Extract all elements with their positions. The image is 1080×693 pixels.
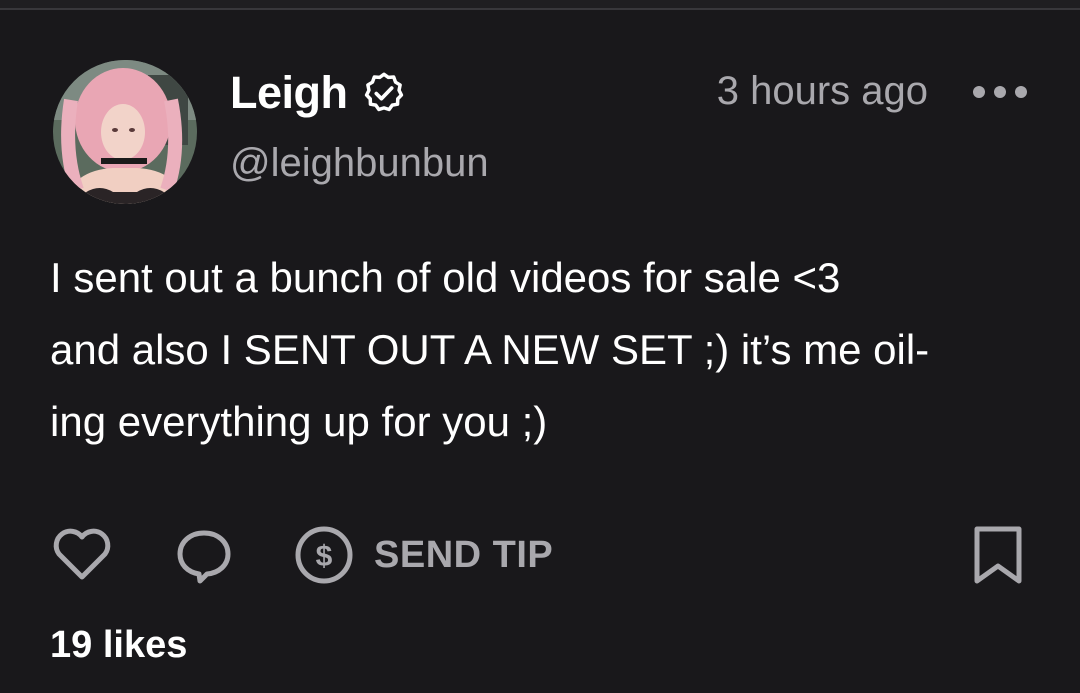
author-display-name[interactable]: Leigh: [230, 68, 348, 118]
like-button[interactable]: [50, 520, 114, 590]
post-card: Leigh @leighbunbun 3 hours ago I sent ou…: [0, 10, 1080, 693]
bookmark-button[interactable]: [966, 520, 1030, 590]
avatar-image: [53, 60, 197, 204]
dollar-circle-icon: $: [295, 526, 353, 584]
likes-count[interactable]: 19 likes: [50, 622, 187, 668]
post-body-text: I sent out a bunch of old videos for sal…: [50, 254, 930, 445]
more-options-button[interactable]: [970, 72, 1030, 112]
author-handle[interactable]: @leighbunbun: [230, 140, 489, 186]
comment-icon: [177, 530, 231, 584]
verified-badge-icon: [362, 71, 406, 115]
author-name-row: Leigh: [230, 68, 406, 118]
comment-button[interactable]: [172, 520, 236, 590]
post-actions-bar: $ SEND TIP: [50, 520, 1040, 590]
send-tip-button[interactable]: $ SEND TIP: [292, 520, 553, 590]
avatar[interactable]: [53, 60, 197, 204]
top-divider: [0, 0, 1080, 10]
bookmark-icon: [974, 526, 1022, 584]
post-timestamp[interactable]: 3 hours ago: [717, 68, 928, 114]
heart-icon: [53, 528, 111, 580]
send-tip-label: SEND TIP: [374, 533, 554, 576]
more-dots-icon: [973, 86, 1027, 98]
svg-text:$: $: [316, 540, 333, 573]
